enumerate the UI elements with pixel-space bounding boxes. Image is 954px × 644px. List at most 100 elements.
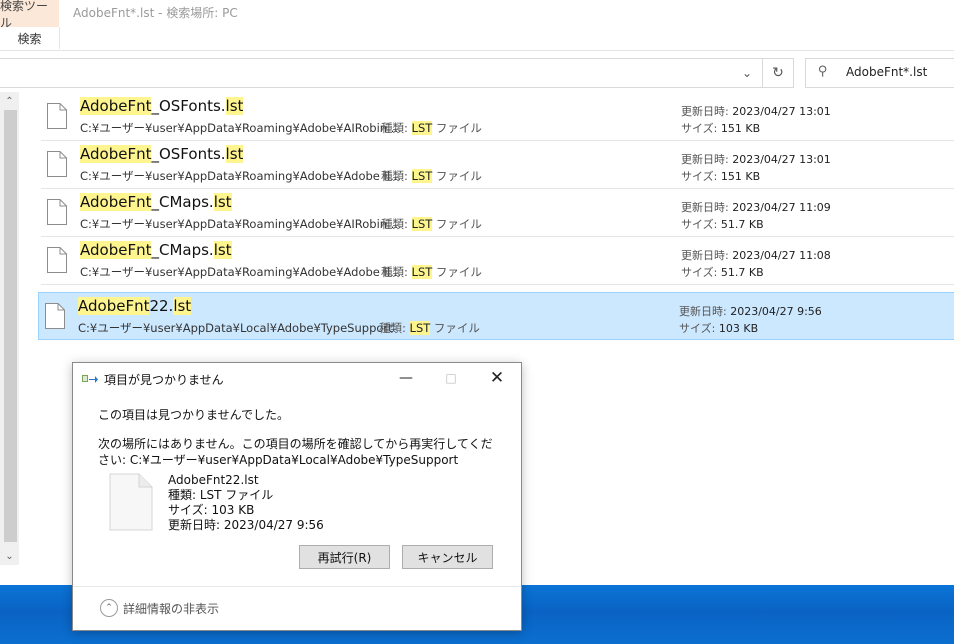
file-name[interactable]: AdobeFnt_CMaps.lst bbox=[80, 193, 232, 211]
modified-date: 更新日時: 2023/04/27 13:01 bbox=[681, 103, 831, 119]
name-middle: _CMaps. bbox=[151, 241, 214, 259]
date-label: 更新日時: bbox=[681, 201, 733, 214]
search-icon: ⚲ bbox=[818, 64, 828, 79]
vertical-scrollbar[interactable]: ⌃ ⌄ bbox=[0, 92, 19, 565]
modified-date: 更新日時: 2023/04/27 11:08 bbox=[681, 247, 831, 263]
file-name[interactable]: AdobeFnt_CMaps.lst bbox=[80, 241, 232, 259]
scroll-up-icon[interactable]: ⌃ bbox=[0, 92, 19, 110]
scroll-down-icon[interactable]: ⌄ bbox=[0, 547, 19, 565]
maximize-icon: □ bbox=[445, 371, 457, 385]
type-label: 種類: bbox=[381, 121, 412, 135]
file-path: C:¥ユーザー¥user¥AppData¥Roaming¥Adobe¥AIRob… bbox=[80, 217, 402, 231]
name-match-highlight: AdobeFnt bbox=[80, 241, 152, 259]
ribbon: 検索ツール AdobeFnt*.lst - 検索場所: PC 検索 bbox=[0, 0, 954, 51]
type-label: 種類: bbox=[379, 321, 410, 335]
file-path: C:¥ユーザー¥user¥AppData¥Local¥Adobe¥TypeSup… bbox=[78, 321, 393, 335]
file-path: C:¥ユーザー¥user¥AppData¥Roaming¥Adobe¥Adobe… bbox=[80, 169, 402, 183]
name-middle: _CMaps. bbox=[151, 193, 214, 211]
file-size: サイズ: 151 KB bbox=[681, 120, 760, 136]
size-value: 151 KB bbox=[720, 170, 761, 183]
type-rest: ファイル bbox=[430, 321, 480, 335]
date-label: 更新日時: bbox=[681, 249, 733, 262]
retry-button[interactable]: 再試行(R) bbox=[299, 545, 390, 569]
type-match-highlight: LST bbox=[411, 121, 433, 135]
refresh-button[interactable]: ↻ bbox=[762, 59, 793, 87]
file-type: 種類: LST ファイル bbox=[379, 320, 480, 336]
date-value: 2023/04/27 9:56 bbox=[730, 305, 822, 318]
window-title: AdobeFnt*.lst - 検索場所: PC bbox=[73, 6, 238, 20]
type-label: 種類: bbox=[381, 169, 412, 183]
size-label: サイズ: bbox=[681, 170, 721, 183]
refresh-icon: ↻ bbox=[772, 65, 784, 81]
extension-match-highlight: lst bbox=[173, 297, 192, 315]
date-label: 更新日時: bbox=[679, 305, 731, 318]
type-rest: ファイル bbox=[432, 169, 482, 183]
address-bar[interactable]: ⌄ ↻ bbox=[0, 58, 794, 88]
file-icon bbox=[47, 199, 67, 225]
size-value: 151 KB bbox=[720, 122, 761, 135]
file-icon bbox=[47, 151, 67, 177]
file-name[interactable]: AdobeFnt_OSFonts.lst bbox=[80, 97, 244, 115]
type-rest: ファイル bbox=[432, 121, 482, 135]
result-row[interactable]: AdobeFnt_OSFonts.lst C:¥ユーザー¥user¥AppData… bbox=[41, 141, 954, 189]
date-label: 更新日時: bbox=[681, 105, 733, 118]
file-size: サイズ: 51.7 KB bbox=[681, 264, 764, 280]
chevron-up-icon[interactable]: ⌃ bbox=[100, 599, 118, 617]
size-label: サイズ: bbox=[681, 122, 721, 135]
file-path: C:¥ユーザー¥user¥AppData¥Roaming¥Adobe¥Adobe… bbox=[80, 265, 402, 279]
type-rest: ファイル bbox=[432, 217, 482, 231]
file-type: 種類: LST ファイル bbox=[381, 168, 482, 184]
file-details: AdobeFnt22.lst 種類: LST ファイル サイズ: 103 KB … bbox=[168, 473, 324, 533]
type-rest: ファイル bbox=[432, 265, 482, 279]
name-match-highlight: AdobeFnt bbox=[80, 145, 152, 163]
type-label: 種類: bbox=[381, 217, 412, 231]
name-match-highlight: AdobeFnt bbox=[78, 297, 150, 315]
file-date: 更新日時: 2023/04/27 9:56 bbox=[168, 518, 324, 532]
close-icon[interactable]: ✕ bbox=[477, 366, 517, 390]
search-input[interactable]: AdobeFnt*.lst bbox=[846, 65, 927, 79]
result-row[interactable]: AdobeFnt_CMaps.lst C:¥ユーザー¥user¥AppData¥R… bbox=[41, 237, 954, 285]
file-icon bbox=[47, 103, 67, 129]
size-value: 51.7 KB bbox=[720, 218, 764, 231]
result-row[interactable]: AdobeFnt_OSFonts.lst C:¥ユーザー¥user¥AppData… bbox=[41, 93, 954, 141]
minimize-icon[interactable]: — bbox=[386, 366, 426, 390]
result-row[interactable]: AdobeFnt22.lst C:¥ユーザー¥user¥AppData¥Local… bbox=[38, 292, 954, 340]
modified-date: 更新日時: 2023/04/27 9:56 bbox=[679, 303, 822, 319]
search-box[interactable]: ⚲ AdobeFnt*.lst bbox=[805, 58, 954, 88]
dialog-footer: ⌃ 詳細情報の非表示 bbox=[73, 586, 521, 631]
file-icon bbox=[45, 303, 65, 329]
size-label: サイズ: bbox=[681, 266, 721, 279]
file-size: サイズ: 51.7 KB bbox=[681, 216, 764, 232]
chevron-down-icon[interactable]: ⌄ bbox=[737, 63, 757, 83]
extension-match-highlight: lst bbox=[225, 97, 244, 115]
extension-match-highlight: lst bbox=[213, 241, 232, 259]
name-match-highlight: AdobeFnt bbox=[80, 193, 152, 211]
dialog-detail: 次の場所にはありません。この項目の場所を確認してから再実行してください: C:¥… bbox=[98, 437, 493, 467]
dialog-message: この項目は見つかりませんでした。 bbox=[98, 408, 290, 422]
file-type: 種類: LST ファイル bbox=[168, 488, 274, 502]
tab-search[interactable]: 検索 bbox=[0, 27, 60, 49]
scrollbar-thumb[interactable] bbox=[4, 110, 17, 542]
hide-details-link[interactable]: 詳細情報の非表示 bbox=[123, 600, 219, 617]
type-match-highlight: LST bbox=[409, 321, 431, 335]
name-middle: _OSFonts. bbox=[151, 145, 226, 163]
dialog-title: 項目が見つかりません bbox=[104, 373, 224, 387]
file-name[interactable]: AdobeFnt22.lst bbox=[78, 297, 192, 315]
size-label: サイズ: bbox=[681, 218, 721, 231]
file-name[interactable]: AdobeFnt_OSFonts.lst bbox=[80, 145, 244, 163]
size-label: サイズ: bbox=[679, 322, 719, 335]
file-path: C:¥ユーザー¥user¥AppData¥Roaming¥Adobe¥AIRob… bbox=[80, 121, 402, 135]
modified-date: 更新日時: 2023/04/27 11:09 bbox=[681, 199, 831, 215]
date-label: 更新日時: bbox=[681, 153, 733, 166]
cancel-button[interactable]: キャンセル bbox=[402, 545, 493, 569]
search-tools-context-tab[interactable]: 検索ツール bbox=[0, 0, 59, 30]
size-value: 103 KB bbox=[718, 322, 759, 335]
file-size: サイズ: 103 KB bbox=[679, 320, 758, 336]
type-match-highlight: LST bbox=[411, 169, 433, 183]
file-size: サイズ: 103 KB bbox=[168, 503, 255, 517]
result-row[interactable]: AdobeFnt_CMaps.lst C:¥ユーザー¥user¥AppData¥R… bbox=[41, 189, 954, 237]
size-value: 51.7 KB bbox=[720, 266, 764, 279]
file-type: 種類: LST ファイル bbox=[381, 120, 482, 136]
date-value: 2023/04/27 13:01 bbox=[732, 153, 831, 166]
file-type: 種類: LST ファイル bbox=[381, 264, 482, 280]
